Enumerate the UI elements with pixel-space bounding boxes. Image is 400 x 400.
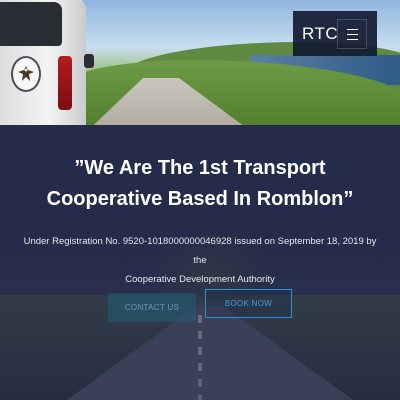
navbar: RTC (293, 11, 377, 56)
van-rear-window (0, 2, 62, 46)
van-mirror (84, 54, 94, 68)
eagle-emblem-icon (11, 56, 41, 92)
menu-line (346, 38, 358, 40)
subtext-line-2: Cooperative Development Authority (125, 274, 275, 285)
hero-headline: ”We Are The 1st Transport Cooperative Ba… (0, 153, 400, 215)
brand-logo[interactable]: RTC (302, 24, 338, 44)
van-tail-light (58, 56, 72, 110)
hero-subtext: Under Registration No. 9520-101800000004… (22, 232, 378, 289)
book-now-button[interactable]: BOOK NOW (205, 289, 292, 318)
menu-line (346, 28, 358, 30)
hamburger-icon[interactable] (337, 19, 367, 49)
contact-us-button[interactable]: CONTACT US (108, 293, 196, 322)
menu-line (346, 33, 358, 35)
headline-line-1: ”We Are The 1st Transport (74, 157, 326, 179)
headline-line-2: Cooperative Based In Romblon” (46, 188, 354, 210)
photo-van (0, 0, 86, 125)
subtext-line-1: Under Registration No. 9520-101800000004… (23, 236, 377, 266)
